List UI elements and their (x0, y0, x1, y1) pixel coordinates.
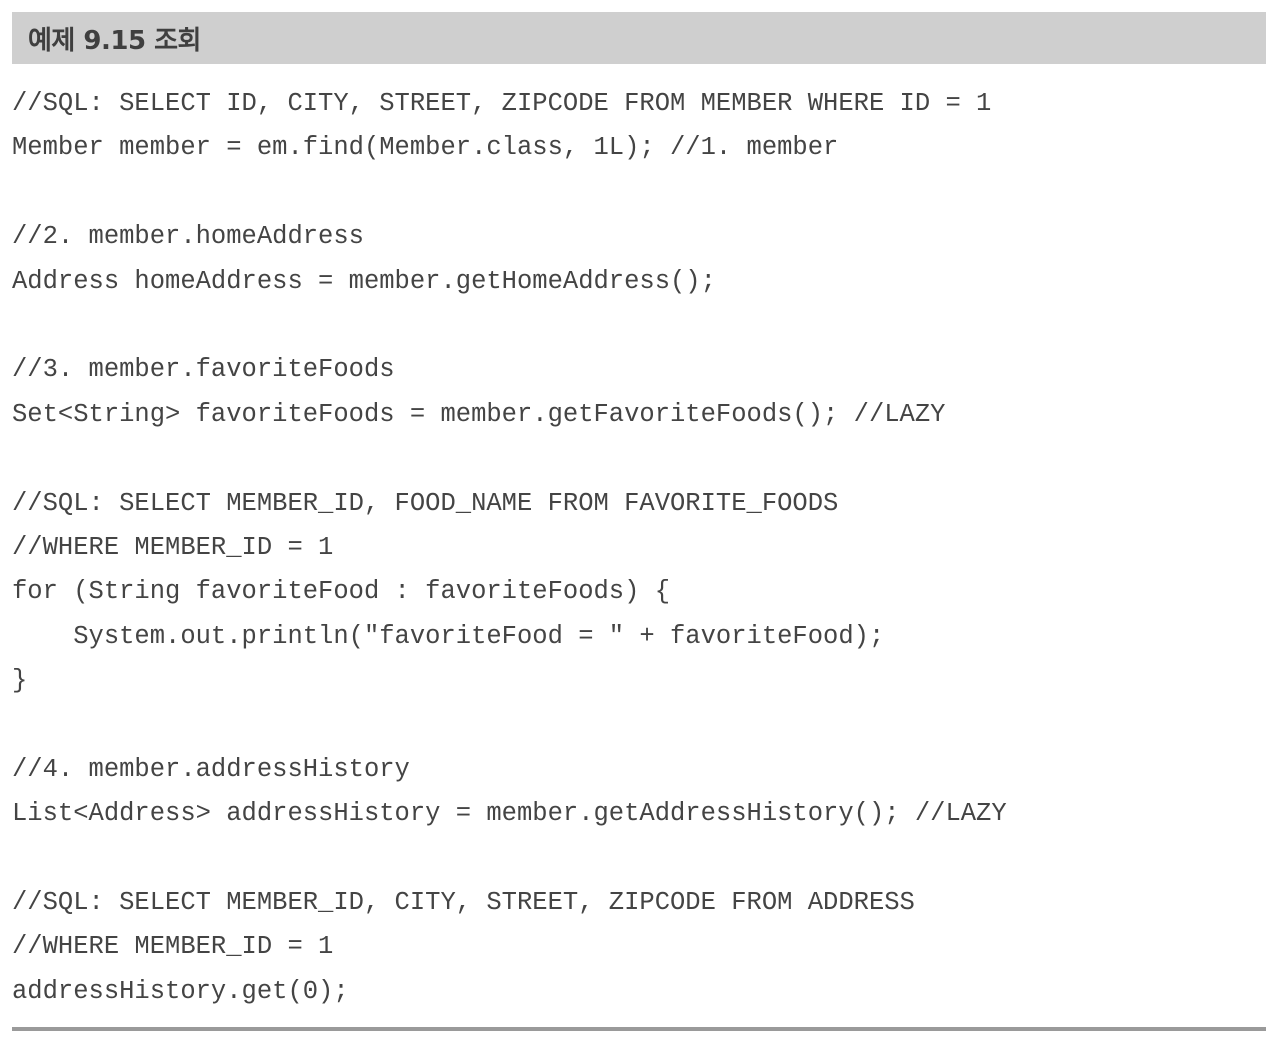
code-line-19: //SQL: SELECT MEMBER_ID, CITY, STREET, Z… (12, 888, 915, 918)
code-line-16: //4. member.addressHistory (12, 754, 410, 784)
code-line-5: Address homeAddress = member.getHomeAddr… (12, 266, 716, 296)
bottom-rule (12, 1027, 1266, 1031)
code-block: //SQL: SELECT ID, CITY, STREET, ZIPCODE … (12, 82, 1272, 1014)
code-line-17: List<Address> addressHistory = member.ge… (12, 799, 1007, 829)
code-line-7: //3. member.favoriteFoods (12, 355, 395, 385)
code-line-8: Set<String> favoriteFoods = member.getFa… (12, 399, 946, 429)
code-line-21: addressHistory.get(0); (12, 976, 349, 1006)
example-title: 예제 9.15 조회 (28, 25, 201, 56)
code-line-4: //2. member.homeAddress (12, 222, 364, 252)
code-line-20: //WHERE MEMBER_ID = 1 (12, 932, 334, 962)
code-line-10: //SQL: SELECT MEMBER_ID, FOOD_NAME FROM … (12, 488, 839, 518)
code-line-11: //WHERE MEMBER_ID = 1 (12, 532, 334, 562)
code-line-2: Member member = em.find(Member.class, 1L… (12, 133, 839, 163)
code-line-13: System.out.println("favoriteFood = " + f… (12, 621, 885, 651)
code-line-12: for (String favoriteFood : favoriteFoods… (12, 577, 671, 607)
example-header: 예제 9.15 조회 (12, 12, 1266, 64)
code-line-14: } (12, 666, 28, 696)
code-line-1: //SQL: SELECT ID, CITY, STREET, ZIPCODE … (12, 89, 992, 118)
